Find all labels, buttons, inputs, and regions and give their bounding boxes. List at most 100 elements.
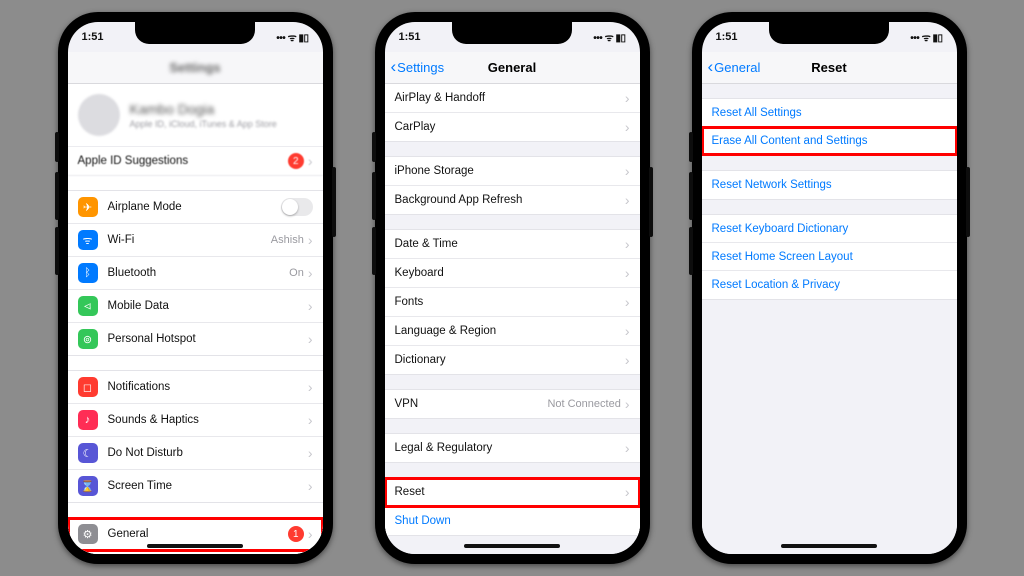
- row-label: Personal Hotspot: [108, 333, 308, 345]
- row-label: VPN: [395, 398, 548, 410]
- page-title: Settings: [169, 60, 220, 75]
- sounds-icon: ♪: [78, 410, 98, 430]
- row-label: Reset Location & Privacy: [712, 279, 947, 291]
- chevron-right-icon: ›: [308, 412, 313, 428]
- phone-general: 1:51 ••• ᯤ ▮▯ ‹ Settings General AirPlay…: [375, 12, 650, 564]
- apple-id-name: Kambo Dogia: [130, 101, 277, 117]
- chevron-right-icon: ›: [308, 298, 313, 314]
- home-indicator[interactable]: [781, 544, 877, 548]
- row-label: Reset Keyboard Dictionary: [712, 223, 947, 235]
- row-reset-all-settings[interactable]: Reset All Settings: [702, 99, 957, 127]
- home-indicator[interactable]: [147, 544, 243, 548]
- row-erase-all-content-and-settings[interactable]: Erase All Content and Settings: [702, 127, 957, 155]
- avatar: [78, 94, 120, 136]
- chevron-right-icon: ›: [308, 379, 313, 395]
- apple-id-suggestions-row[interactable]: Apple ID Suggestions 2 ›: [68, 147, 323, 176]
- row-label: Shut Down: [395, 515, 630, 527]
- notch: [769, 22, 889, 44]
- row-reset-keyboard-dictionary[interactable]: Reset Keyboard Dictionary: [702, 215, 957, 243]
- row-reset-home-screen-layout[interactable]: Reset Home Screen Layout: [702, 243, 957, 271]
- row-label: Screen Time: [108, 480, 308, 492]
- row-label: Bluetooth: [108, 267, 290, 279]
- do-icon: ☾: [78, 443, 98, 463]
- row-reset-network-settings[interactable]: Reset Network Settings: [702, 171, 957, 199]
- status-time: 1:51: [399, 31, 421, 43]
- chevron-right-icon: ›: [625, 352, 630, 368]
- row-mobile-data[interactable]: ⏿Mobile Data›: [68, 290, 323, 323]
- row-vpn[interactable]: VPNNot Connected›: [385, 390, 640, 418]
- wi-fi-icon: ᯤ: [78, 230, 98, 250]
- badge: 1: [288, 526, 304, 542]
- row-do-not-disturb[interactable]: ☾ Do Not Disturb›: [68, 437, 323, 470]
- screen-icon: ⌛: [78, 476, 98, 496]
- row-label: Wi-Fi: [108, 234, 271, 246]
- row-detail: On: [289, 267, 304, 279]
- row-screen-time[interactable]: ⌛ Screen Time›: [68, 470, 323, 502]
- row-fonts[interactable]: Fonts›: [385, 288, 640, 317]
- row-label: Erase All Content and Settings: [712, 135, 947, 147]
- phone-reset: 1:51 ••• ᯤ ▮▯ ‹ General Reset Reset All …: [692, 12, 967, 564]
- notch: [135, 22, 255, 44]
- row-label: Notifications: [108, 381, 308, 393]
- status-icons: ••• ᯤ ▮▯: [593, 30, 625, 44]
- row-label: Sounds & Haptics: [108, 414, 308, 426]
- mobile-icon: ⏿: [78, 296, 98, 316]
- row-label: Apple ID Suggestions: [78, 155, 288, 167]
- row-sounds-haptics[interactable]: ♪ Sounds & Haptics›: [68, 404, 323, 437]
- chevron-right-icon: ›: [625, 236, 630, 252]
- chevron-right-icon: ›: [308, 232, 313, 248]
- row-personal-hotspot[interactable]: ⊚Personal Hotspot›: [68, 323, 323, 355]
- row-keyboard[interactable]: Keyboard›: [385, 259, 640, 288]
- row-notifications[interactable]: ◻Notifications›: [68, 371, 323, 404]
- row-shut-down[interactable]: Shut Down: [385, 507, 640, 535]
- row-control-centre[interactable]: ◫Control Centre›: [68, 551, 323, 554]
- chevron-right-icon: ›: [625, 119, 630, 135]
- row-language-region[interactable]: Language & Region›: [385, 317, 640, 346]
- row-wi-fi[interactable]: ᯤ Wi-FiAshish ›: [68, 224, 323, 257]
- chevron-right-icon: ›: [625, 294, 630, 310]
- row-label: Keyboard: [395, 267, 625, 279]
- row-label: Do Not Disturb: [108, 447, 308, 459]
- chevron-right-icon: ›: [625, 396, 630, 412]
- row-label: General: [108, 528, 288, 540]
- chevron-right-icon: ›: [308, 445, 313, 461]
- chevron-right-icon: ›: [308, 478, 313, 494]
- row-reset[interactable]: Reset›: [385, 478, 640, 507]
- row-label: Reset All Settings: [712, 107, 947, 119]
- status-time: 1:51: [82, 31, 104, 43]
- row-date-time[interactable]: Date & Time›: [385, 230, 640, 259]
- page-title: Reset: [811, 60, 846, 75]
- row-legal-regulatory[interactable]: Legal & Regulatory›: [385, 434, 640, 462]
- row-iphone-storage[interactable]: iPhone Storage›: [385, 157, 640, 186]
- row-carplay[interactable]: CarPlay›: [385, 113, 640, 141]
- row-detail: Ashish: [271, 234, 304, 246]
- chevron-right-icon: ›: [625, 484, 630, 500]
- row-label: AirPlay & Handoff: [395, 92, 625, 104]
- row-airplane-mode[interactable]: ✈Airplane Mode: [68, 191, 323, 224]
- chevron-right-icon: ›: [308, 153, 313, 169]
- row-label: iPhone Storage: [395, 165, 625, 177]
- status-icons: ••• ᯤ ▮▯: [910, 30, 942, 44]
- chevron-right-icon: ›: [625, 265, 630, 281]
- navbar: Settings: [68, 52, 323, 84]
- apple-id-row[interactable]: Kambo Dogia Apple ID, iCloud, iTunes & A…: [68, 84, 323, 147]
- navbar: ‹ Settings General: [385, 52, 640, 84]
- back-button[interactable]: ‹ General: [708, 60, 761, 75]
- status-time: 1:51: [716, 31, 738, 43]
- row-reset-location-privacy[interactable]: Reset Location & Privacy: [702, 271, 957, 299]
- back-button[interactable]: ‹ Settings: [391, 60, 445, 75]
- row-label: Reset Home Screen Layout: [712, 251, 947, 263]
- row-bluetooth[interactable]: ᛒBluetoothOn›: [68, 257, 323, 290]
- chevron-right-icon: ›: [308, 526, 313, 542]
- home-indicator[interactable]: [464, 544, 560, 548]
- badge: 2: [288, 153, 304, 169]
- toggle[interactable]: [281, 198, 313, 216]
- row-background-app-refresh[interactable]: Background App Refresh›: [385, 186, 640, 214]
- row-label: Reset Network Settings: [712, 179, 947, 191]
- row-label: Fonts: [395, 296, 625, 308]
- airplane-icon: ✈: [78, 197, 98, 217]
- row-airplay-handoff[interactable]: AirPlay & Handoff›: [385, 84, 640, 113]
- row-label: CarPlay: [395, 121, 625, 133]
- row-dictionary[interactable]: Dictionary›: [385, 346, 640, 374]
- chevron-right-icon: ›: [625, 323, 630, 339]
